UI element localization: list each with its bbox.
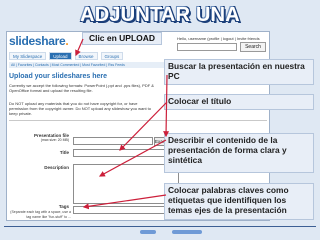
slide-title: ADJUNTAR UNA PRESENTACION bbox=[80, 4, 240, 56]
copyright-notice: Do NOT upload any materials that you do … bbox=[9, 101, 151, 116]
nav-my-slidespace[interactable]: My Slidespace bbox=[9, 52, 47, 60]
footer-ornament bbox=[140, 230, 156, 234]
main-nav: My Slidespace Upload Browse Groups bbox=[9, 52, 124, 60]
logo-dot: . bbox=[65, 34, 69, 48]
nav-browse[interactable]: Browse bbox=[74, 52, 98, 60]
callout-title: Colocar el título bbox=[164, 94, 314, 110]
footer-rule bbox=[4, 226, 316, 227]
nav-groups[interactable]: Groups bbox=[100, 52, 124, 60]
presentation-file-label: Presentation file (max size: 20 MB) bbox=[9, 133, 69, 142]
presentation-file-size-note: (max size: 20 MB) bbox=[40, 138, 69, 142]
search-button[interactable]: Search bbox=[240, 42, 266, 52]
search-input[interactable] bbox=[177, 43, 237, 51]
account-links[interactable]: Hello, username (profile | logout | Invi… bbox=[177, 36, 260, 41]
divider bbox=[9, 120, 267, 121]
logo-text: slideshare bbox=[9, 34, 66, 48]
description-label: Description bbox=[44, 165, 69, 170]
presentation-file-input[interactable] bbox=[73, 137, 153, 145]
tags-label: Tags bbox=[58, 204, 69, 209]
footer-ornament bbox=[172, 230, 202, 234]
callout-tags: Colocar palabras claves como etiquetas q… bbox=[164, 183, 314, 220]
callout-find-file: Buscar la presentación en nuestra PC bbox=[164, 59, 314, 85]
slide-footer bbox=[0, 221, 320, 240]
upload-callout: Clic en UPLOAD bbox=[82, 32, 162, 45]
page-heading: Upload your slideshares here bbox=[9, 73, 108, 80]
slideshare-logo[interactable]: slideshare. bbox=[9, 34, 69, 48]
callout-description: Describir el contenido de la presentació… bbox=[164, 133, 314, 173]
tags-help-text: (Separate each tag with a space, use a t… bbox=[10, 210, 71, 219]
nav-upload[interactable]: Upload bbox=[49, 52, 72, 60]
intro-text: Currently we accept the following format… bbox=[9, 83, 154, 93]
title-label: Title bbox=[59, 150, 69, 155]
